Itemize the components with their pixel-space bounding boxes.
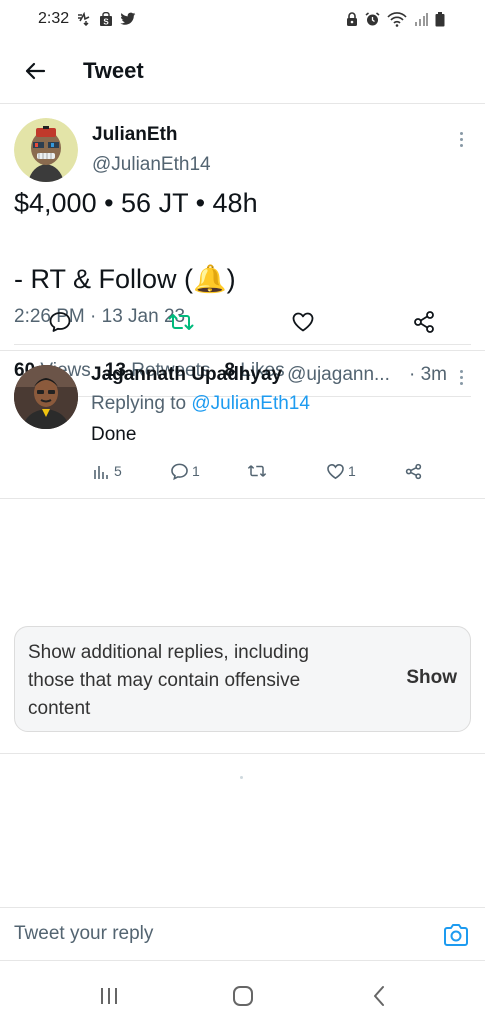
status-right	[346, 11, 445, 27]
tweet-text: $4,000 • 56 JT • 48h - RT & Follow (🔔)	[14, 188, 258, 294]
views-icon	[94, 466, 108, 479]
arrow-left-icon[interactable]	[20, 56, 50, 86]
tweet-author-row: JulianEth @JulianEth14	[14, 118, 471, 184]
loading-indicator	[240, 776, 243, 779]
wifi-icon	[387, 11, 407, 27]
reply-author-handle[interactable]: @ujagann...	[287, 364, 397, 386]
camera-icon[interactable]	[443, 923, 469, 947]
reply-replies-count: 1	[192, 463, 200, 479]
svg-text:S: S	[103, 17, 109, 26]
reply-actions: 5 1 1	[91, 459, 431, 483]
reply-composer-bar	[0, 907, 485, 961]
reply-share-button[interactable]	[404, 459, 423, 483]
reply-likes-count: 1	[348, 463, 356, 479]
more-replies-text: Show additional replies, including those…	[28, 642, 309, 719]
author-handle[interactable]: @JulianEth14	[92, 154, 211, 176]
like-icon	[327, 463, 344, 479]
system-nav-bar	[0, 968, 485, 1024]
home-icon[interactable]	[228, 984, 258, 1008]
more-options-icon[interactable]	[451, 126, 471, 152]
lock-icon	[346, 12, 358, 26]
reply-text: Done	[91, 424, 137, 445]
reply-tweet[interactable]: Jagannath Upadhyay @ujagann... · 3m Repl…	[0, 351, 485, 499]
tweet-actions	[0, 293, 485, 351]
retweet-icon[interactable]	[166, 307, 196, 337]
reply-views-button[interactable]: 5	[93, 459, 122, 483]
page-title: Tweet	[83, 57, 144, 83]
show-more-replies-box[interactable]: Show additional replies, including those…	[14, 626, 471, 732]
share-icon	[405, 463, 422, 479]
reply-retweet-button[interactable]	[246, 459, 268, 483]
reply-input[interactable]	[14, 908, 414, 960]
author-avatar[interactable]	[14, 118, 78, 182]
share-icon[interactable]	[409, 307, 439, 337]
replying-mention[interactable]: @JulianEth14	[191, 393, 310, 414]
status-time: 2:32	[38, 10, 70, 27]
replying-to-line: Replying to @JulianEth14	[91, 393, 310, 415]
retweet-icon	[247, 465, 267, 477]
reply-author-name[interactable]: Jagannath Upadhyay	[91, 364, 282, 386]
download-status-icon	[76, 12, 92, 26]
reply-avatar[interactable]	[14, 365, 78, 429]
top-bar: Tweet	[0, 38, 485, 104]
divider	[0, 753, 485, 754]
author-name[interactable]: JulianEth	[92, 124, 178, 146]
shopping-bag-icon: S	[99, 11, 113, 27]
back-icon[interactable]	[364, 984, 394, 1008]
signal-icon	[414, 12, 428, 26]
recent-apps-icon[interactable]	[94, 984, 124, 1008]
like-icon[interactable]	[288, 307, 318, 337]
replying-prefix: Replying to	[91, 393, 187, 414]
show-button[interactable]: Show	[406, 667, 457, 689]
status-left: 2:32 S	[38, 10, 136, 28]
reply-icon[interactable]	[45, 307, 75, 337]
status-bar: 2:32 S	[0, 0, 485, 38]
twitter-bird-icon	[120, 12, 136, 26]
battery-icon	[435, 11, 445, 27]
reply-icon	[171, 463, 188, 480]
reply-reply-button[interactable]: 1	[170, 459, 200, 483]
reply-time: · 3m	[409, 364, 447, 385]
reply-views-count: 5	[114, 463, 122, 479]
reply-like-button[interactable]: 1	[326, 459, 356, 483]
reply-more-options-icon[interactable]	[451, 365, 471, 389]
alarm-icon	[365, 11, 380, 27]
reply-header: Jagannath Upadhyay @ujagann... · 3m	[91, 364, 461, 386]
